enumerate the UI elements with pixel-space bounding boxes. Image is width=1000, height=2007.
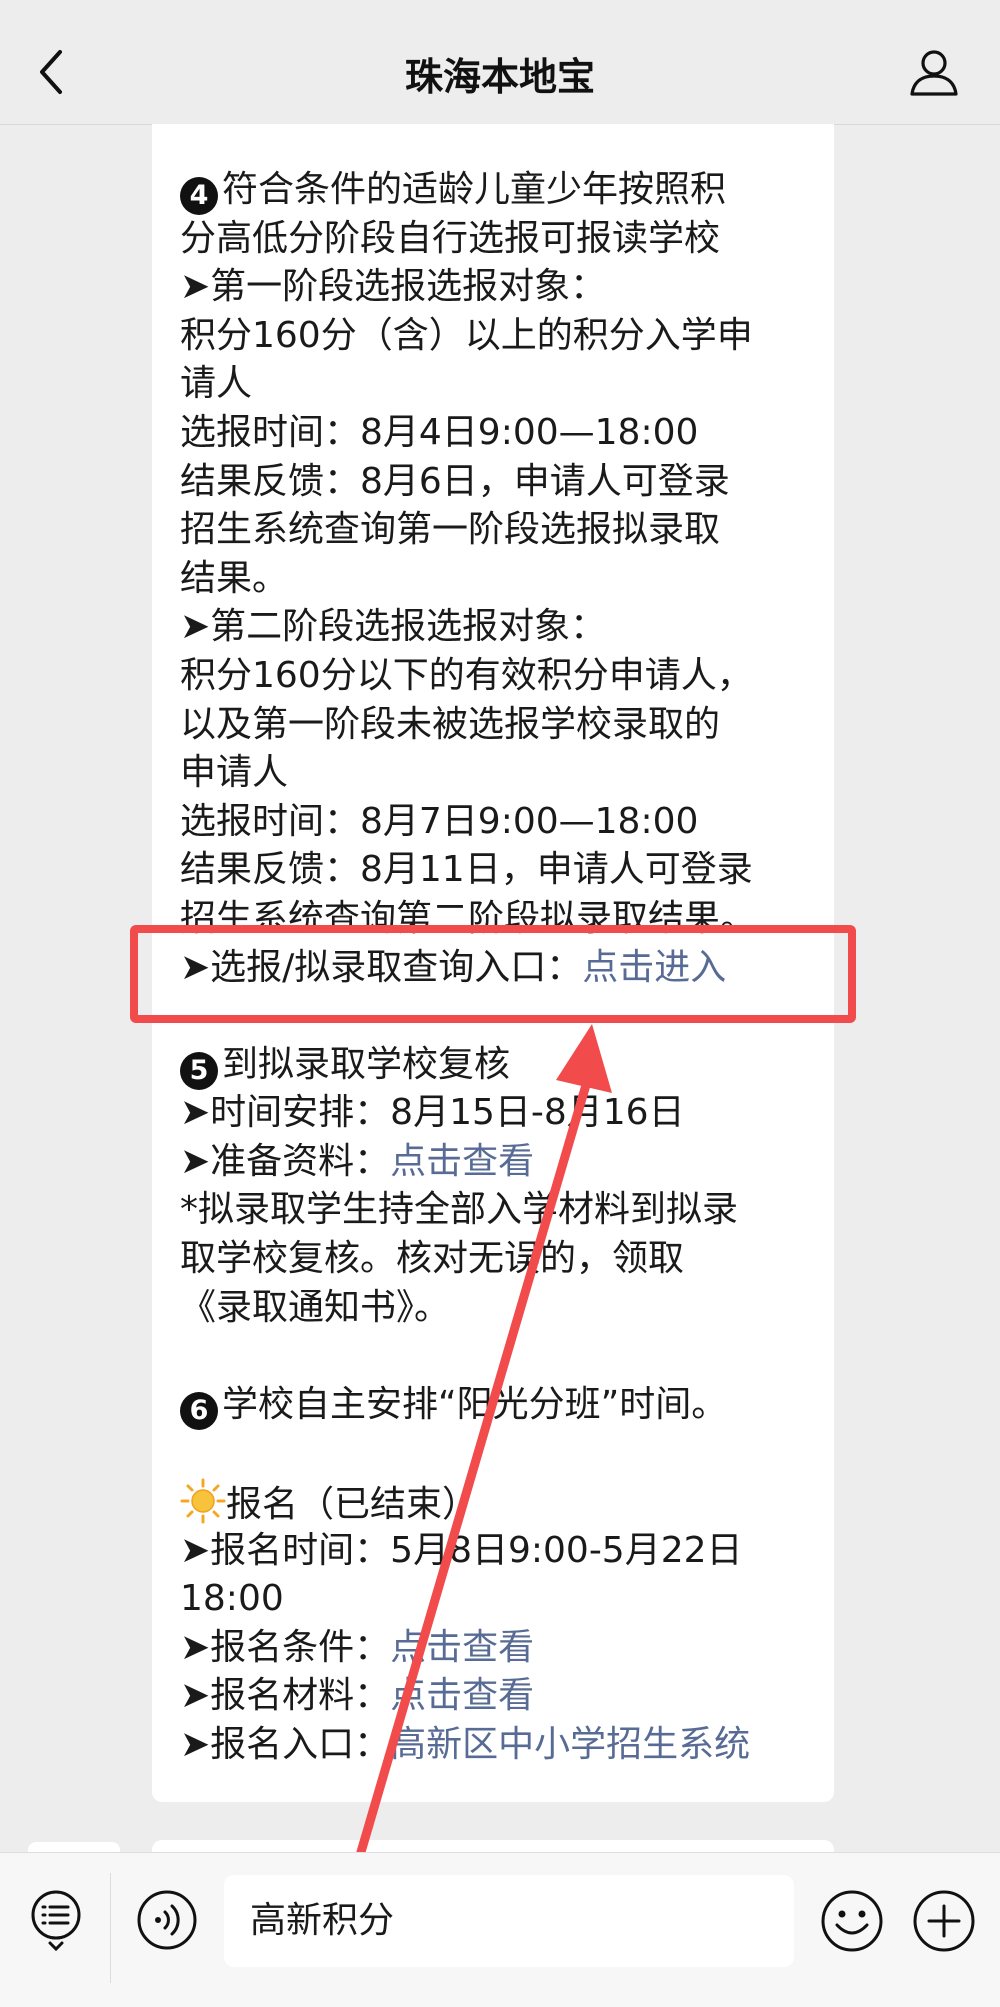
- text-line: ➤时间安排：8月15日-8月16日: [180, 1092, 685, 1134]
- page-title: 珠海本地宝: [404, 55, 595, 99]
- registration-system-link[interactable]: 高新区中小学招生系统: [390, 1724, 750, 1765]
- section-4-title: 4 符合条件的适龄儿童少年按照积: [180, 166, 830, 215]
- text-line: ➤报名时间：5月8日9:00-5月22日: [180, 1529, 743, 1571]
- top-bar: 珠海本地宝: [0, 0, 1000, 125]
- text-line: 选报时间：8月7日9:00—18:00: [180, 800, 699, 842]
- text-line: 积分160分以下的有效积分申请人，: [180, 654, 753, 696]
- text-line: 请人: [180, 363, 253, 405]
- text-line: 结果反馈：8月6日，申请人可登录: [180, 460, 730, 502]
- menu-list-icon[interactable]: [30, 1889, 82, 1951]
- number-badge-icon: 6: [180, 1391, 218, 1430]
- text-line: ➤第一阶段选报选报对象：: [180, 266, 607, 308]
- number-badge-icon: 4: [180, 177, 218, 215]
- person-icon[interactable]: [908, 46, 960, 98]
- text-line: 选报时间：8月4日9:00—18:00: [180, 411, 699, 453]
- registration-materials-line: ➤报名材料：点击查看: [180, 1675, 535, 1717]
- text-line: 分高低分阶段自行选报可报读学校: [180, 217, 721, 259]
- text-line: 申请人: [180, 752, 289, 794]
- sun-icon: [180, 1478, 226, 1524]
- text-line: 招生系统查询第一阶段选报拟录取: [180, 509, 721, 551]
- emoji-icon[interactable]: [820, 1889, 884, 1953]
- prep-materials-link[interactable]: 点击查看: [390, 1141, 534, 1182]
- registration-conditions-link[interactable]: 点击查看: [390, 1627, 534, 1668]
- section-6-title: 6 学校自主安排“阳光分班”时间。: [180, 1381, 830, 1430]
- registration-entry-line: ➤报名入口：高新区中小学招生系统: [180, 1724, 751, 1765]
- text-line: 结果。: [180, 557, 289, 599]
- registration-materials-link[interactable]: 点击查看: [390, 1675, 534, 1716]
- text-line: 《录取通知书》。: [180, 1286, 451, 1328]
- plus-icon[interactable]: [912, 1889, 976, 1953]
- text-line: 取学校复核。核对无误的，领取: [180, 1238, 685, 1280]
- text-line: 以及第一阶段未被选报学校录取的: [180, 703, 721, 745]
- voice-icon[interactable]: [136, 1889, 198, 1951]
- highlight-box: [130, 925, 856, 1023]
- prep-materials-line: ➤准备资料：点击查看: [180, 1140, 535, 1182]
- text-line: 18:00: [180, 1578, 284, 1620]
- bottom-input-bar: 高新积分: [0, 1852, 1000, 2007]
- message-input[interactable]: 高新积分: [224, 1875, 794, 1967]
- section-5-title: 5 到拟录取学校复核: [180, 1041, 830, 1090]
- text-line: *拟录取学生持全部入学材料到拟录: [180, 1189, 739, 1231]
- text-line: 积分160分（含）以上的积分入学申: [180, 314, 753, 356]
- divider: [110, 1873, 111, 1983]
- text-line: ➤第二阶段选报选报对象：: [180, 606, 607, 648]
- registration-conditions-line: ➤报名条件：点击查看: [180, 1626, 535, 1668]
- number-badge-icon: 5: [180, 1051, 218, 1090]
- text-line: 结果反馈：8月11日，申请人可登录: [180, 849, 753, 891]
- registration-title: 报名（已结束）: [180, 1478, 830, 1527]
